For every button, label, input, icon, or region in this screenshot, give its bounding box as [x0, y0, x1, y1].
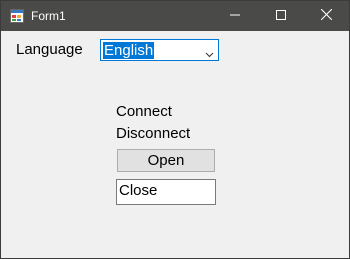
maximize-button[interactable]: [258, 1, 304, 31]
connect-label: Connect: [116, 103, 172, 120]
form1-window: Form1 Language English Connect Disconnec…: [0, 0, 350, 259]
close-textbox[interactable]: Close: [116, 179, 216, 205]
title-bar[interactable]: Form1: [1, 1, 349, 31]
maximize-icon: [276, 7, 286, 25]
form-app-icon: [10, 9, 24, 23]
open-button[interactable]: Open: [117, 149, 215, 172]
window-title: Form1: [31, 9, 66, 23]
language-dropdown[interactable]: English: [100, 39, 219, 61]
minimize-button[interactable]: [212, 1, 258, 31]
close-button[interactable]: [303, 1, 349, 31]
chevron-down-icon[interactable]: [205, 46, 214, 58]
close-icon: [320, 7, 332, 25]
minimize-icon: [230, 7, 240, 25]
language-selected-value: English: [103, 42, 155, 59]
disconnect-label: Disconnect: [116, 125, 191, 142]
form-client-area: Language English Connect Disconnect Open…: [1, 31, 349, 258]
language-label: Language: [16, 41, 83, 58]
